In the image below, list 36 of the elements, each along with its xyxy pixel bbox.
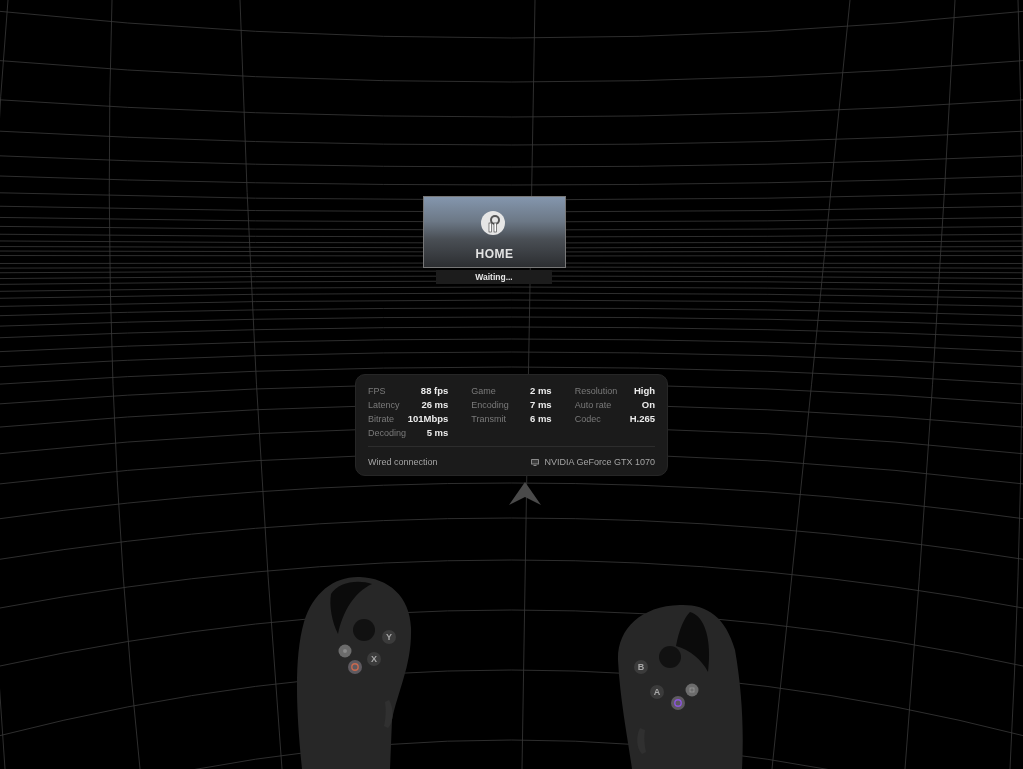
metric-value: 26 ms (421, 399, 449, 411)
connection-label: Wired connection (368, 456, 438, 468)
dot-disc-icon (338, 644, 352, 658)
thumbstick-icon (659, 646, 681, 668)
letter-disc: Y (382, 630, 396, 644)
ring-disc-icon (348, 660, 362, 674)
metric-value: 88 fps (420, 385, 449, 397)
metric-value: 5 ms (426, 427, 449, 439)
pointer-arrow-icon (509, 482, 542, 505)
metric-value: High (633, 385, 655, 397)
metric-label: Decoding (368, 427, 407, 439)
letter-disc: X (367, 652, 381, 666)
monitor-icon (531, 458, 540, 466)
logo-pause-icon (481, 211, 505, 235)
metric-label: Bitrate (368, 413, 394, 425)
metric-label: Game (471, 385, 496, 397)
gpu-label: NVIDIA GeForce GTX 1070 (544, 456, 655, 468)
letter-disc: B (634, 660, 648, 674)
metric-label: Transmit (471, 413, 506, 425)
metric-label: Encoding (471, 399, 509, 411)
ring-disc-icon (671, 696, 685, 710)
loading-status-bar: Waiting... (436, 270, 552, 284)
metric-value: 2 ms (530, 385, 552, 397)
metric-label: Resolution (574, 385, 618, 397)
metric-value: 7 ms (530, 399, 552, 411)
metric-label: FPS (368, 385, 386, 397)
metric-value: 101Mbps (407, 413, 449, 425)
metric-label: Codec (574, 413, 601, 425)
square-disc-icon (685, 683, 699, 697)
metric-label: Auto rate (574, 399, 612, 411)
metric-value: H.265 (629, 413, 655, 425)
home-title: HOME (475, 247, 514, 261)
letter-disc: A (650, 685, 664, 699)
metric-value: On (641, 399, 655, 411)
metric-label: Latency (368, 399, 400, 411)
metric-value: 6 ms (530, 413, 552, 425)
